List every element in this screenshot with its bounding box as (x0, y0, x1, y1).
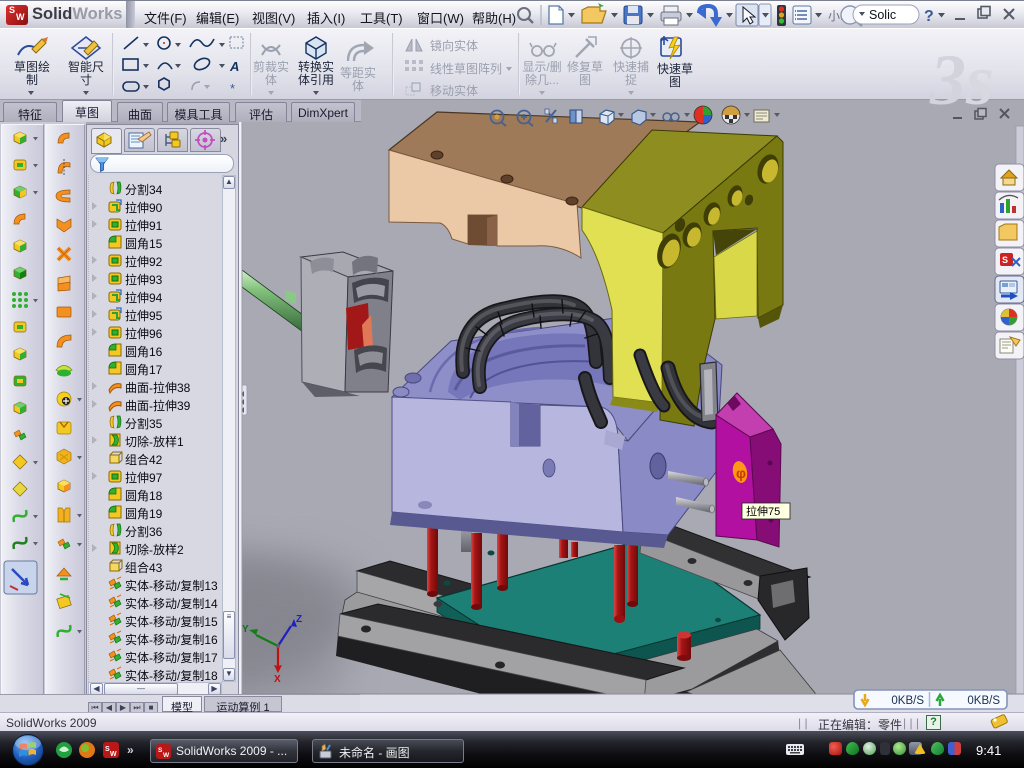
svg-text:W: W (110, 751, 117, 758)
svg-text:A: A (229, 59, 239, 74)
svg-text:0KB/S: 0KB/S (967, 695, 1000, 707)
svg-text:0KB/S: 0KB/S (891, 695, 924, 707)
svg-text:*: * (230, 81, 235, 96)
svg-text:拉伸75: 拉伸75 (746, 504, 780, 518)
svg-text:Y: Y (242, 624, 249, 635)
svg-text:Solic: Solic (869, 8, 896, 22)
svg-text:?: ? (924, 8, 934, 25)
svg-text:»: » (127, 743, 134, 757)
svg-text:φ: φ (736, 465, 746, 481)
svg-text:Z: Z (296, 614, 302, 625)
svg-text:W: W (163, 752, 170, 759)
svg-text:S: S (1002, 255, 1008, 265)
svg-text:X: X (274, 674, 281, 685)
